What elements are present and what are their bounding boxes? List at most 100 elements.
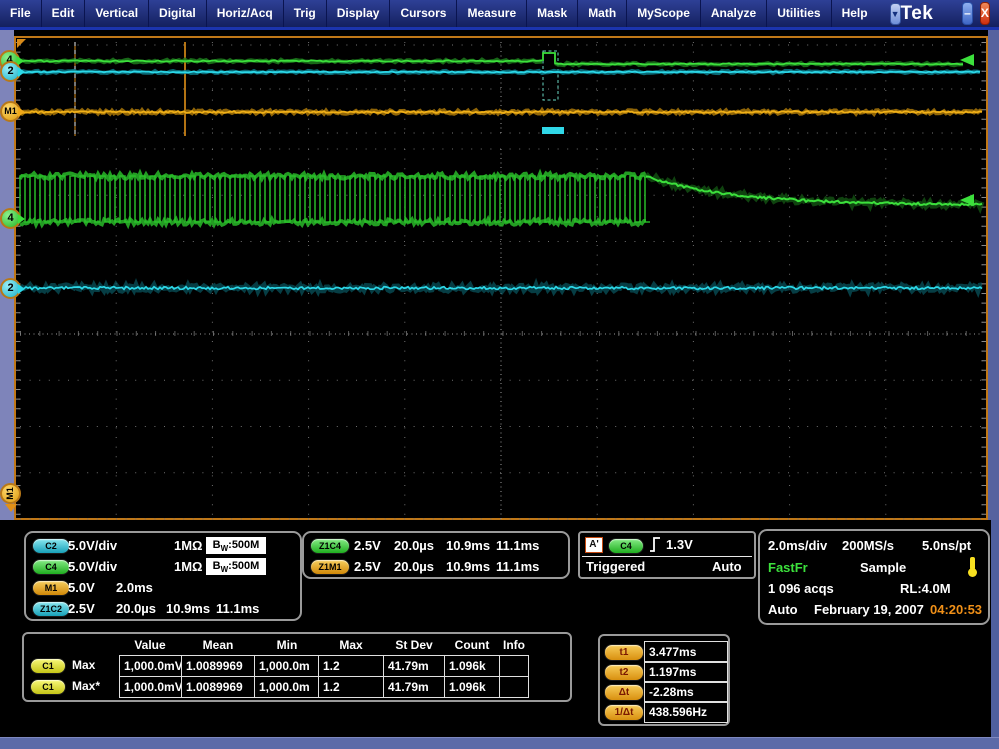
- menu-measure[interactable]: Measure: [457, 0, 527, 27]
- tek-logo: Tek: [901, 0, 934, 27]
- channel4-marker[interactable]: 4: [0, 208, 21, 229]
- trigger-readout-box: A' C4 1.3V Triggered Auto: [578, 531, 756, 579]
- ch2-scale: 5.0V/div: [68, 538, 117, 553]
- acquisition-count: 1 096 acqs: [768, 581, 834, 596]
- col-header-max: Max: [339, 638, 362, 652]
- record-length: RL:4.0M: [900, 581, 951, 596]
- timebase-scale: 2.0ms/div: [768, 538, 827, 553]
- cursor-t1-value: 3.477ms: [644, 641, 728, 663]
- meas2-source-pill[interactable]: C1: [30, 679, 66, 695]
- z1c4-pill[interactable]: Z1C4: [310, 538, 350, 554]
- ch4-bandwidth[interactable]: BW:500M: [206, 558, 266, 575]
- menu-cursors[interactable]: Cursors: [390, 0, 457, 27]
- window-right-frame: [991, 520, 999, 749]
- window-bottom-frame: [0, 737, 999, 749]
- z1m1-t3: 11.1ms: [496, 559, 539, 574]
- col-header-value: Value: [134, 638, 165, 652]
- fastframe-label[interactable]: FastFr: [768, 560, 808, 575]
- ch2-impedance: 1MΩ: [174, 538, 202, 553]
- cursor-readout-box: t1 3.477ms t2 1.197ms Δt -2.28ms 1/Δt 43…: [598, 634, 730, 726]
- z1c4-scale: 2.5V: [354, 538, 381, 553]
- m1-scale: 5.0V: [68, 580, 95, 595]
- vertical-readout-box: C2 5.0V/div 1MΩ BW:500M C4 5.0V/div 1MΩ …: [24, 531, 302, 621]
- sample-rate: 200MS/s: [842, 538, 894, 553]
- trigger-a-badge[interactable]: A': [585, 537, 603, 553]
- menu-trig[interactable]: Trig: [284, 0, 327, 27]
- date-label: February 19, 2007: [814, 602, 924, 617]
- oscilloscope-screen: File Edit Vertical Digital Horiz/Acq Tri…: [0, 0, 999, 749]
- z1c2-pill[interactable]: Z1C2: [32, 601, 70, 617]
- trigger-source-pill[interactable]: C4: [608, 538, 644, 554]
- m1-time: 2.0ms: [116, 580, 153, 595]
- measurement-table: Value Mean Min Max St Dev Count Info C1 …: [22, 632, 572, 702]
- minimize-icon: –: [964, 6, 971, 20]
- meas2-value: 1,000.0mV: [119, 676, 182, 698]
- horizontal-readout-box: 2.0ms/div 200MS/s 5.0ns/pt FastFr Sample…: [758, 529, 990, 625]
- meas2-mean: 1.0089969: [181, 676, 255, 698]
- meas1-name: Max: [72, 658, 95, 672]
- col-header-min: Min: [277, 638, 298, 652]
- z1m1-scale: 2.5V: [354, 559, 381, 574]
- menu-vertical[interactable]: Vertical: [85, 0, 149, 27]
- close-icon: X: [981, 6, 989, 20]
- z1c4-t1: 20.0µs: [394, 538, 434, 553]
- z1m1-t1: 20.0µs: [394, 559, 434, 574]
- menu-myscope[interactable]: MyScope: [627, 0, 701, 27]
- waveform-display: [16, 38, 986, 520]
- z1m1-pill[interactable]: Z1M1: [310, 559, 350, 575]
- meas2-count: 1.096k: [444, 676, 500, 698]
- meas1-mean: 1.0089969: [181, 655, 255, 677]
- ch4-pill[interactable]: C4: [32, 559, 70, 575]
- menu-display[interactable]: Display: [327, 0, 391, 27]
- menu-edit[interactable]: Edit: [42, 0, 86, 27]
- minimize-button[interactable]: –: [962, 2, 972, 25]
- col-header-info: Info: [503, 638, 525, 652]
- z1c4-t2: 10.9ms: [446, 538, 490, 553]
- acquisition-mode: Sample: [860, 560, 906, 575]
- readout-area: C2 5.0V/div 1MΩ BW:500M C4 5.0V/div 1MΩ …: [0, 520, 999, 736]
- menu-math[interactable]: Math: [578, 0, 627, 27]
- m1-pill[interactable]: M1: [32, 580, 70, 596]
- menu-analyze[interactable]: Analyze: [701, 0, 767, 27]
- resolution: 5.0ns/pt: [922, 538, 971, 553]
- record-position-wedge: [17, 39, 26, 48]
- menu-help[interactable]: Help: [832, 0, 878, 27]
- menu-mask[interactable]: Mask: [527, 0, 578, 27]
- meas1-count: 1.096k: [444, 655, 500, 677]
- menu-dropdown-button[interactable]: ▼: [890, 3, 901, 25]
- time-label: 04:20:53: [930, 602, 982, 617]
- col-header-mean: Mean: [203, 638, 234, 652]
- cursor-freq-value: 438.596Hz: [644, 701, 728, 723]
- menu-file[interactable]: File: [0, 0, 42, 27]
- thermometer-icon: [970, 557, 975, 570]
- z1c4-t3: 11.1ms: [496, 538, 539, 553]
- menu-horiz-acq[interactable]: Horiz/Acq: [207, 0, 284, 27]
- graticule-right-margin: [988, 30, 999, 525]
- ch4-impedance: 1MΩ: [174, 559, 202, 574]
- cursor-dt-pill[interactable]: Δt: [604, 684, 644, 701]
- z1c2-t1: 20.0µs: [116, 601, 156, 616]
- meas1-info: [499, 655, 529, 677]
- cursor-dt-value: -2.28ms: [644, 681, 728, 703]
- ch2-pill[interactable]: C2: [32, 538, 70, 554]
- menu-digital[interactable]: Digital: [149, 0, 207, 27]
- trigger-mode-label: Auto: [768, 602, 798, 617]
- rising-edge-icon: [648, 536, 662, 553]
- z1c2-scale: 2.5V: [68, 601, 95, 616]
- math1-zoom-marker[interactable]: M1: [0, 101, 21, 122]
- meas1-stdev: 41.79m: [383, 655, 445, 677]
- cursor-freq-pill[interactable]: 1/Δt: [604, 704, 644, 721]
- channel2-marker[interactable]: 2: [0, 278, 21, 299]
- menu-utilities[interactable]: Utilities: [767, 0, 831, 27]
- cursor-t2-pill[interactable]: t2: [604, 664, 644, 681]
- trigger-divider: [582, 556, 752, 557]
- channel2-zoom-marker[interactable]: 2: [0, 61, 21, 82]
- z1m1-t2: 10.9ms: [446, 559, 490, 574]
- ch2-bandwidth[interactable]: BW:500M: [206, 537, 266, 554]
- meas2-name: Max*: [72, 679, 100, 693]
- math1-offscreen-marker[interactable]: M1: [0, 483, 21, 504]
- chevron-down-icon: ▼: [891, 9, 900, 19]
- cursor-t1-pill[interactable]: t1: [604, 644, 644, 661]
- close-button[interactable]: X: [980, 2, 990, 25]
- meas1-source-pill[interactable]: C1: [30, 658, 66, 674]
